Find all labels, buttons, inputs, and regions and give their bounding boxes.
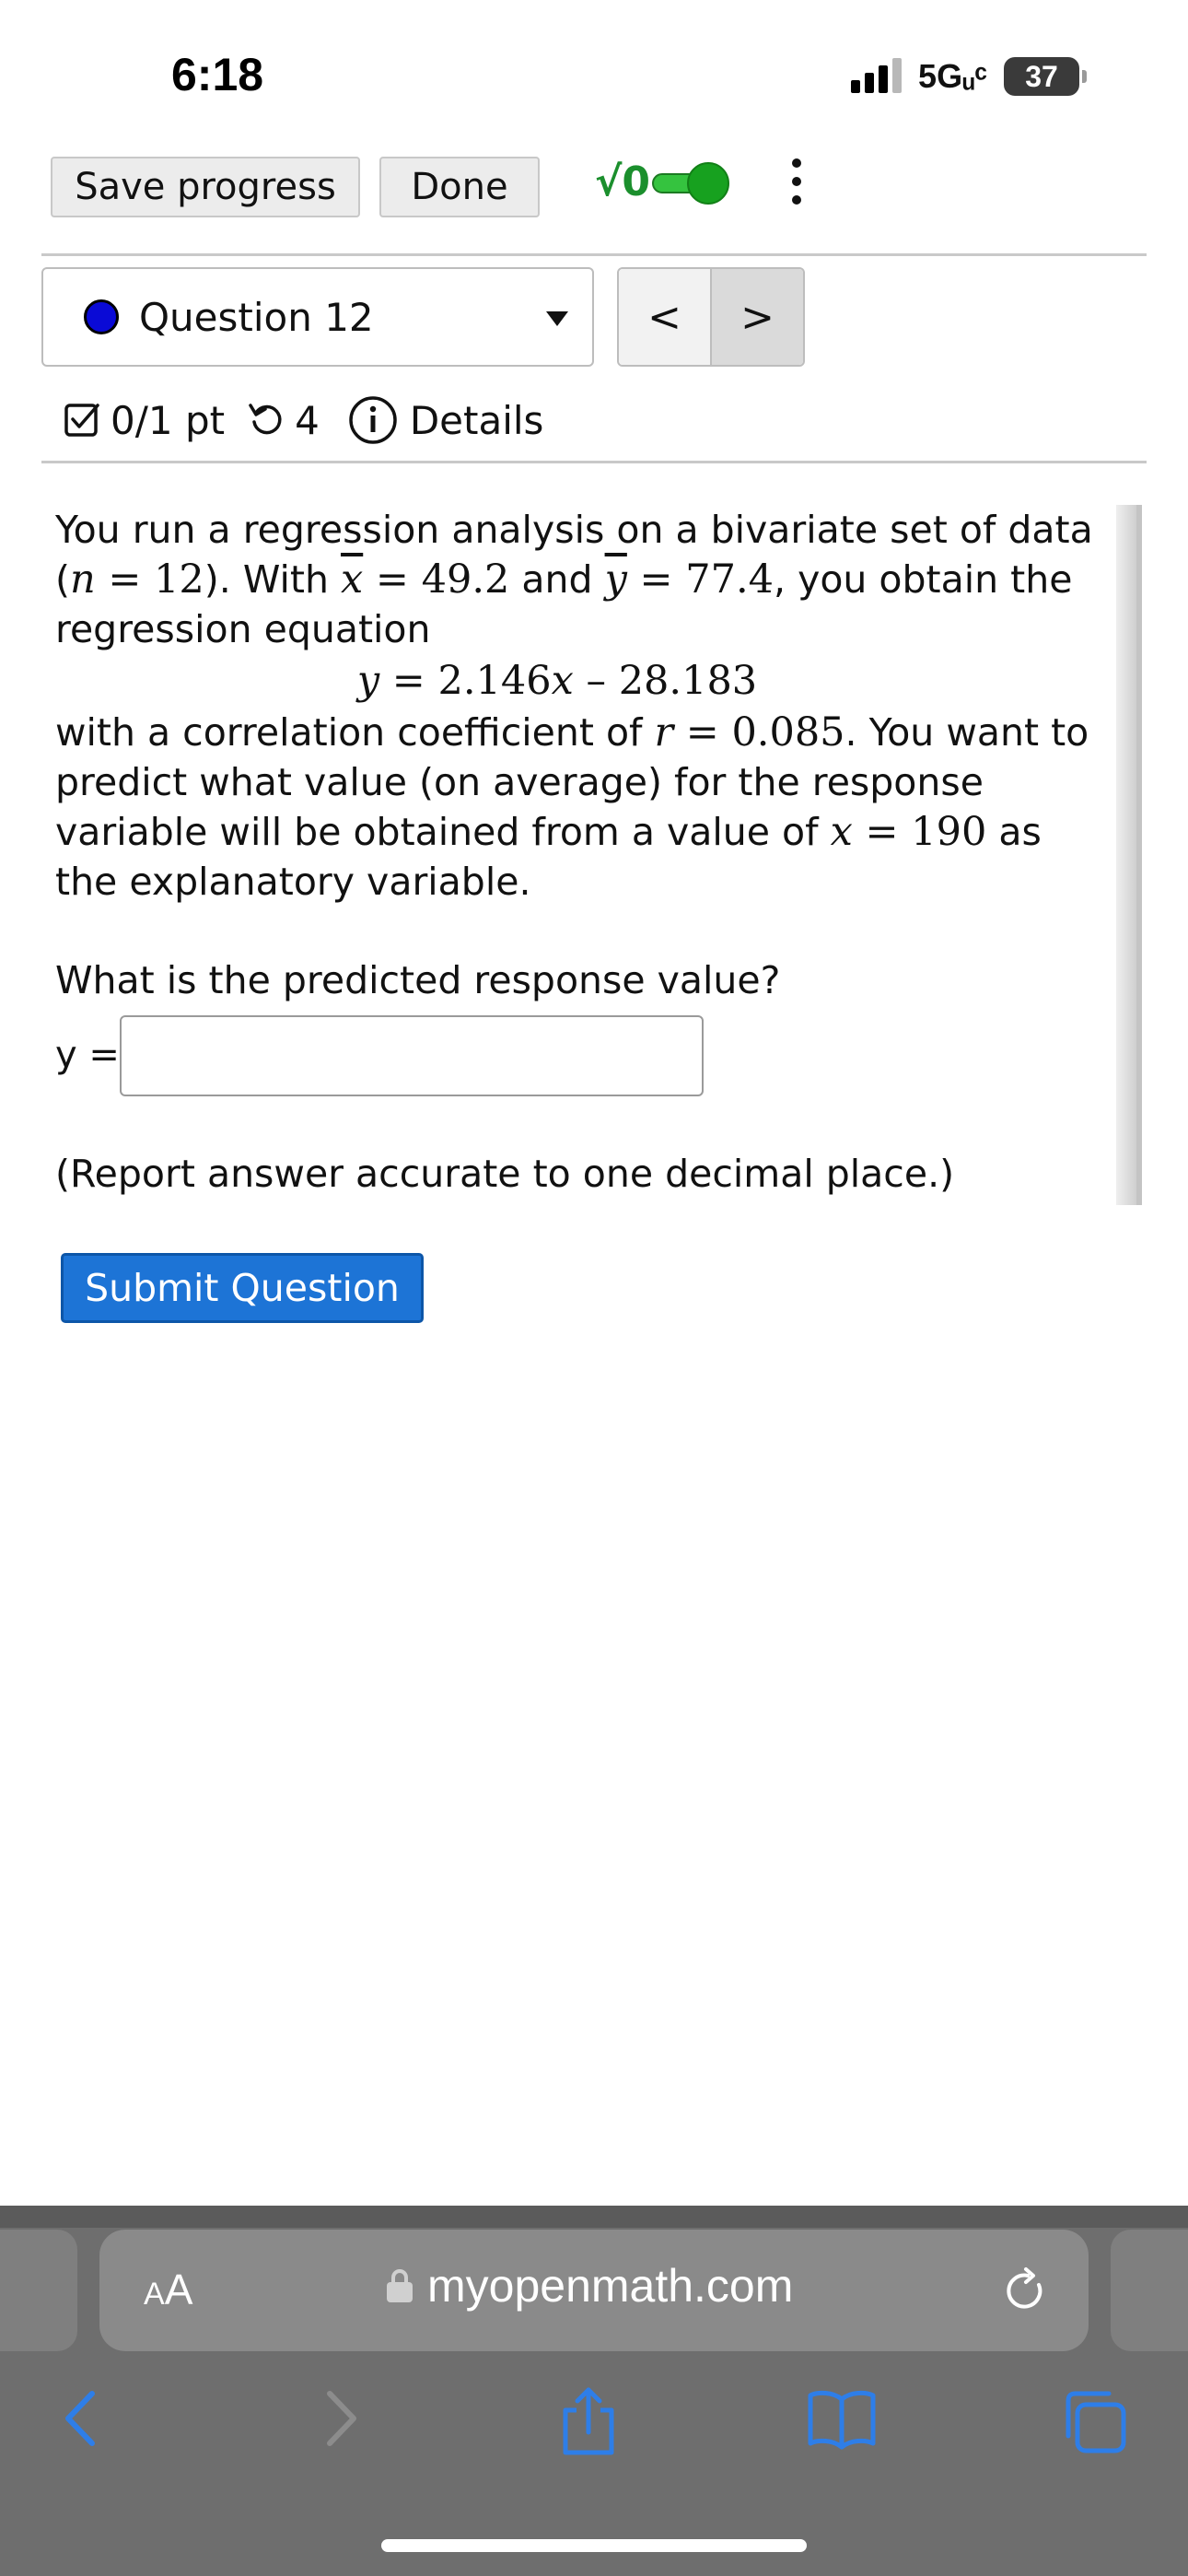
report-note: (Report answer accurate to one decimal p…: [55, 1152, 955, 1196]
lock-icon: [387, 2269, 413, 2302]
forward-icon[interactable]: [319, 2386, 365, 2451]
question-paragraph-2: with a correlation coefficient of r = 0.…: [55, 709, 1089, 904]
done-button[interactable]: Done: [379, 157, 540, 217]
previous-tab-pill[interactable]: [0, 2230, 77, 2351]
toggle-switch[interactable]: [651, 161, 729, 205]
question-info-row: 0/1 pt 4 Details: [63, 394, 543, 446]
network-type: 5Gᵤᶜ: [918, 57, 987, 95]
checkbox-icon: [64, 404, 99, 437]
url-text: myopenmath.com: [427, 2260, 794, 2312]
status-icons: 5Gᵤᶜ 37: [851, 57, 1087, 96]
attempts-count: 4: [295, 397, 320, 443]
regression-equation: y = 2.146x – 28.183: [356, 658, 758, 704]
answer-input[interactable]: [120, 1015, 704, 1096]
retry-icon: [249, 404, 282, 435]
question-status-dot: [84, 299, 119, 334]
tabs-icon[interactable]: [1059, 2386, 1129, 2456]
question-select[interactable]: Question 12: [41, 267, 594, 367]
answer-label: y =: [55, 1034, 120, 1076]
question-paragraph: You run a regression analysis on a bivar…: [55, 508, 1093, 651]
share-icon[interactable]: [556, 2386, 621, 2458]
url-display[interactable]: myopenmath.com: [387, 2259, 793, 2313]
question-select-label: Question 12: [139, 294, 374, 340]
question-nav: < >: [617, 267, 805, 367]
cellular-signal-icon: [851, 58, 903, 93]
home-indicator[interactable]: [381, 2539, 807, 2552]
sqrt-label: √0: [595, 158, 650, 205]
browser-nav-row: [0, 2386, 1188, 2460]
points-text: 0/1 pt: [111, 397, 226, 443]
details-link[interactable]: Details: [410, 398, 544, 443]
divider: [41, 253, 1147, 256]
address-bar[interactable]: AA myopenmath.com: [99, 2230, 1089, 2351]
divider: [41, 461, 1147, 463]
reader-settings-button[interactable]: AA: [144, 2265, 192, 2314]
battery-level: 37: [1004, 57, 1079, 96]
bookmarks-icon[interactable]: [805, 2386, 879, 2451]
save-progress-button[interactable]: Save progress: [51, 157, 360, 217]
previous-question-button[interactable]: <: [619, 269, 712, 365]
answer-prompt: What is the predicted response value?: [55, 958, 781, 1002]
scrollbar[interactable]: [1116, 505, 1142, 1205]
math-entry-toggle[interactable]: √0: [595, 158, 729, 205]
next-question-button[interactable]: >: [712, 269, 803, 365]
battery-icon: 37: [1004, 57, 1087, 96]
more-options-icon[interactable]: [790, 158, 803, 205]
reload-icon[interactable]: [1000, 2266, 1050, 2316]
status-time: 6:18: [171, 49, 264, 100]
caret-down-icon: [546, 311, 568, 326]
question-text: You run a regression analysis on a bivar…: [55, 505, 1096, 907]
info-icon[interactable]: [347, 394, 399, 446]
submit-question-button[interactable]: Submit Question: [61, 1253, 424, 1323]
back-icon[interactable]: [57, 2386, 103, 2451]
next-tab-pill[interactable]: [1111, 2230, 1188, 2351]
